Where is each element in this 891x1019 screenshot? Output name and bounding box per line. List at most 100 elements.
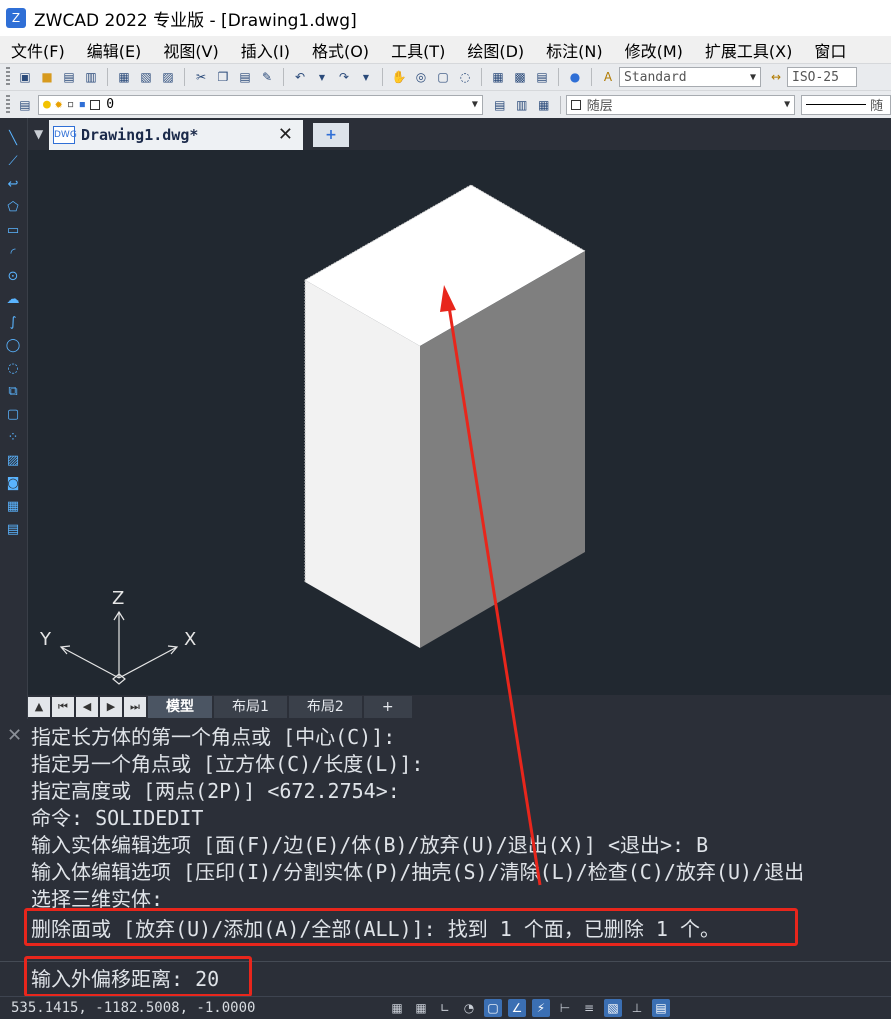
ellipse-tool-icon[interactable]: ◯ <box>4 337 22 355</box>
close-command-window-icon[interactable]: ✕ <box>7 725 22 746</box>
menu-view[interactable]: 视图(V) <box>152 38 229 62</box>
zoom-window-icon[interactable]: ▢ <box>434 68 452 86</box>
cut-icon[interactable]: ✂ <box>192 68 210 86</box>
line-tool-icon[interactable]: ╲ <box>4 130 22 148</box>
layout-prev-button[interactable]: ◀ <box>76 697 98 717</box>
close-tab-icon[interactable]: ✕ <box>278 124 293 145</box>
menu-file[interactable]: 文件(F) <box>0 38 76 62</box>
menu-dimension[interactable]: 标注(N) <box>535 38 613 62</box>
snap-mode-icon[interactable]: ▦ <box>388 999 406 1017</box>
ellipse-arc-icon[interactable]: ◌ <box>4 360 22 378</box>
drawing-canvas[interactable]: Z Y X <box>28 150 891 695</box>
ortho-mode-icon[interactable]: ∟ <box>436 999 454 1017</box>
save-as-icon[interactable]: ▥ <box>82 68 100 86</box>
toolbar-separator <box>107 68 108 86</box>
grid-display-icon[interactable]: ▦ <box>412 999 430 1017</box>
redo-icon[interactable]: ↷ <box>335 68 353 86</box>
dynamic-input-icon[interactable]: ⚡ <box>532 999 550 1017</box>
add-layout-button[interactable]: + <box>363 696 412 718</box>
multiline-text-icon[interactable]: ▤ <box>4 521 22 539</box>
plot-icon[interactable]: ▨ <box>159 68 177 86</box>
new-tab-button[interactable]: + <box>313 123 349 147</box>
print-preview-icon[interactable]: ▧ <box>137 68 155 86</box>
spline-tool-icon[interactable]: ∫ <box>4 314 22 332</box>
help-icon[interactable]: ● <box>566 68 584 86</box>
polygon-tool-icon[interactable]: ⬠ <box>4 199 22 217</box>
layout-first-button[interactable]: ⏮ <box>52 697 74 717</box>
construction-line-icon[interactable]: ⟋ <box>4 153 22 171</box>
tab-model[interactable]: 模型 <box>148 696 212 718</box>
layout-last-button[interactable]: ⏭ <box>124 697 146 717</box>
tab-drawing1[interactable]: DWG Drawing1.dwg* ✕ <box>49 120 303 150</box>
properties-icon[interactable]: ▦ <box>489 68 507 86</box>
new-file-icon[interactable]: ▣ <box>16 68 34 86</box>
layer-select[interactable]: ● ✹ ▫ ▪ 0 ▼ <box>37 94 483 115</box>
zoom-realtime-icon[interactable]: ◎ <box>412 68 430 86</box>
menu-modify[interactable]: 修改(M) <box>614 38 694 62</box>
lineweight-icon[interactable]: ⊢ <box>556 999 574 1017</box>
toolbar-grip[interactable] <box>6 94 10 115</box>
menu-format[interactable]: 格式(O) <box>301 38 380 62</box>
undo-icon[interactable]: ↶ <box>291 68 309 86</box>
toolbar-separator <box>283 68 284 86</box>
tab-list-dropdown-icon[interactable]: ▼ <box>34 127 43 141</box>
layout-next-button[interactable]: ▶ <box>100 697 122 717</box>
make-block-icon[interactable]: ▢ <box>4 406 22 424</box>
quick-properties-icon[interactable]: ▤ <box>652 999 670 1017</box>
polyline-tool-icon[interactable]: ↩ <box>4 176 22 194</box>
dim-style-value: ISO-25 <box>792 69 839 85</box>
print-icon[interactable]: ▦ <box>115 68 133 86</box>
annotation-highlight-box <box>24 956 252 997</box>
rectangle-tool-icon[interactable]: ▭ <box>4 222 22 240</box>
layer-state-icon[interactable]: ▦ <box>535 96 553 114</box>
menu-extension-tools[interactable]: 扩展工具(X) <box>694 38 803 62</box>
text-style-select[interactable]: Standard ▼ <box>619 67 761 87</box>
circle-tool-icon[interactable]: ⊙ <box>4 268 22 286</box>
layer-manager-icon[interactable]: ▤ <box>16 96 34 114</box>
toolbar-separator <box>481 68 482 86</box>
polar-tracking-icon[interactable]: ◔ <box>460 999 478 1017</box>
object-snap-icon[interactable]: ▢ <box>484 999 502 1017</box>
menu-window[interactable]: 窗口 <box>803 38 857 62</box>
region-tool-icon[interactable]: ◙ <box>4 475 22 493</box>
color-swatch <box>570 99 581 110</box>
tool-palette-icon[interactable]: ▤ <box>533 68 551 86</box>
insert-block-icon[interactable]: ⧉ <box>4 383 22 401</box>
menu-insert[interactable]: 插入(I) <box>230 38 301 62</box>
make-current-layer-icon[interactable]: ▤ <box>491 96 509 114</box>
hatch-tool-icon[interactable]: ▨ <box>4 452 22 470</box>
redo-dropdown-icon[interactable]: ▼ <box>357 68 375 86</box>
menu-tools[interactable]: 工具(T) <box>380 38 456 62</box>
transparency-icon[interactable]: ≡ <box>580 999 598 1017</box>
table-tool-icon[interactable]: ▦ <box>4 498 22 516</box>
layer-previous-icon[interactable]: ▥ <box>513 96 531 114</box>
zoom-previous-icon[interactable]: ◌ <box>456 68 474 86</box>
menu-draw[interactable]: 绘图(D) <box>456 38 535 62</box>
chevron-down-icon: ▼ <box>749 71 756 83</box>
design-center-icon[interactable]: ▩ <box>511 68 529 86</box>
undo-dropdown-icon[interactable]: ▼ <box>313 68 331 86</box>
dim-style-icon: ↔ <box>770 70 782 84</box>
open-folder-icon[interactable]: ■ <box>38 68 56 86</box>
toolbar-grip[interactable] <box>6 67 10 87</box>
object-snap-tracking-icon[interactable]: ∠ <box>508 999 526 1017</box>
color-select[interactable]: 随层 ▼ <box>565 94 796 115</box>
selection-cycling-icon[interactable]: ▧ <box>604 999 622 1017</box>
pan-hand-icon[interactable]: ✋ <box>390 68 408 86</box>
linetype-select[interactable]: 随 <box>801 94 891 115</box>
dim-style-select[interactable]: ISO-25 <box>787 67 857 87</box>
tab-layout1[interactable]: 布局1 <box>214 696 287 718</box>
tab-layout2[interactable]: 布局2 <box>288 696 362 718</box>
annotation-monitor-icon[interactable]: ⊥ <box>628 999 646 1017</box>
arc-tool-icon[interactable]: ◜ <box>4 245 22 263</box>
standard-toolbar: ▣ ■ ▤ ▥ ▦ ▧ ▨ ✂ ❐ ▤ ✎ ↶ ▼ ↷ ▼ ✋ ◎ ▢ ◌ ▦ … <box>0 63 891 90</box>
ucs-icon <box>59 610 179 685</box>
copy-icon[interactable]: ❐ <box>214 68 232 86</box>
revision-cloud-icon[interactable]: ☁ <box>4 291 22 309</box>
save-icon[interactable]: ▤ <box>60 68 78 86</box>
layout-scroll-up-button[interactable]: ▲ <box>28 697 50 717</box>
match-properties-icon[interactable]: ✎ <box>258 68 276 86</box>
point-tool-icon[interactable]: ⁘ <box>4 429 22 447</box>
menu-edit[interactable]: 编辑(E) <box>76 38 153 62</box>
paste-icon[interactable]: ▤ <box>236 68 254 86</box>
